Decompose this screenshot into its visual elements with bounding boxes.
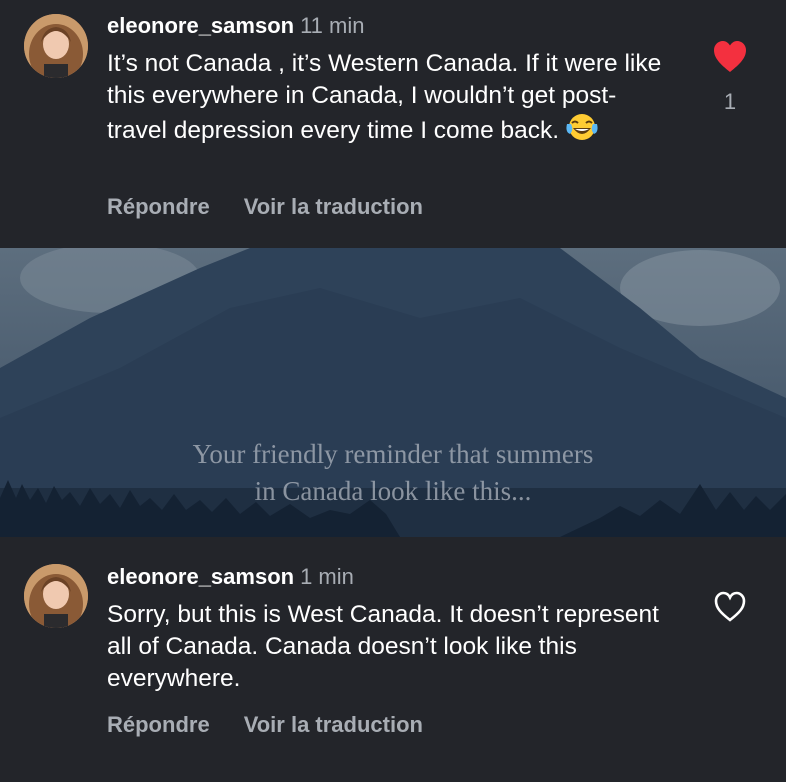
reply-button[interactable]: Répondre [107, 712, 210, 737]
comment-actions: Répondre Voir la traduction [107, 712, 423, 738]
heart-outline-icon [714, 591, 746, 622]
heart-filled-icon [714, 41, 746, 72]
timestamp: 1 min [300, 564, 354, 589]
see-translation-button[interactable]: Voir la traduction [244, 712, 423, 737]
comment-text: Sorry, but this is West Canada. It doesn… [107, 601, 659, 692]
timestamp: 11 min [300, 13, 365, 38]
comment-header: eleonore_samson 1 min [107, 564, 354, 590]
media-caption-line: Your friendly reminder that summers [192, 439, 594, 469]
media-caption-line: in Canada look like this... [254, 476, 532, 506]
comment-actions: Répondre Voir la traduction [107, 194, 423, 220]
username[interactable]: eleonore_samson [107, 564, 294, 589]
username[interactable]: eleonore_samson [107, 13, 294, 38]
media-preview[interactable]: Your friendly reminder that summers in C… [0, 248, 786, 537]
avatar[interactable] [24, 564, 88, 628]
see-translation-button[interactable]: Voir la traduction [244, 194, 423, 219]
like-count: 1 [723, 89, 737, 114]
face-with-tears-of-joy-icon [565, 112, 599, 151]
comment-text: It’s not Canada , it’s Western Canada. I… [107, 48, 667, 151]
comment: eleonore_samson 11 min It’s not Canada , … [0, 0, 786, 248]
like-button[interactable] [712, 590, 748, 624]
comment-header: eleonore_samson 11 min [107, 13, 364, 39]
like-button[interactable] [712, 40, 748, 74]
comment: eleonore_samson 1 min Sorry, but this is … [0, 537, 786, 782]
avatar[interactable] [24, 14, 88, 78]
reply-button[interactable]: Répondre [107, 194, 210, 219]
